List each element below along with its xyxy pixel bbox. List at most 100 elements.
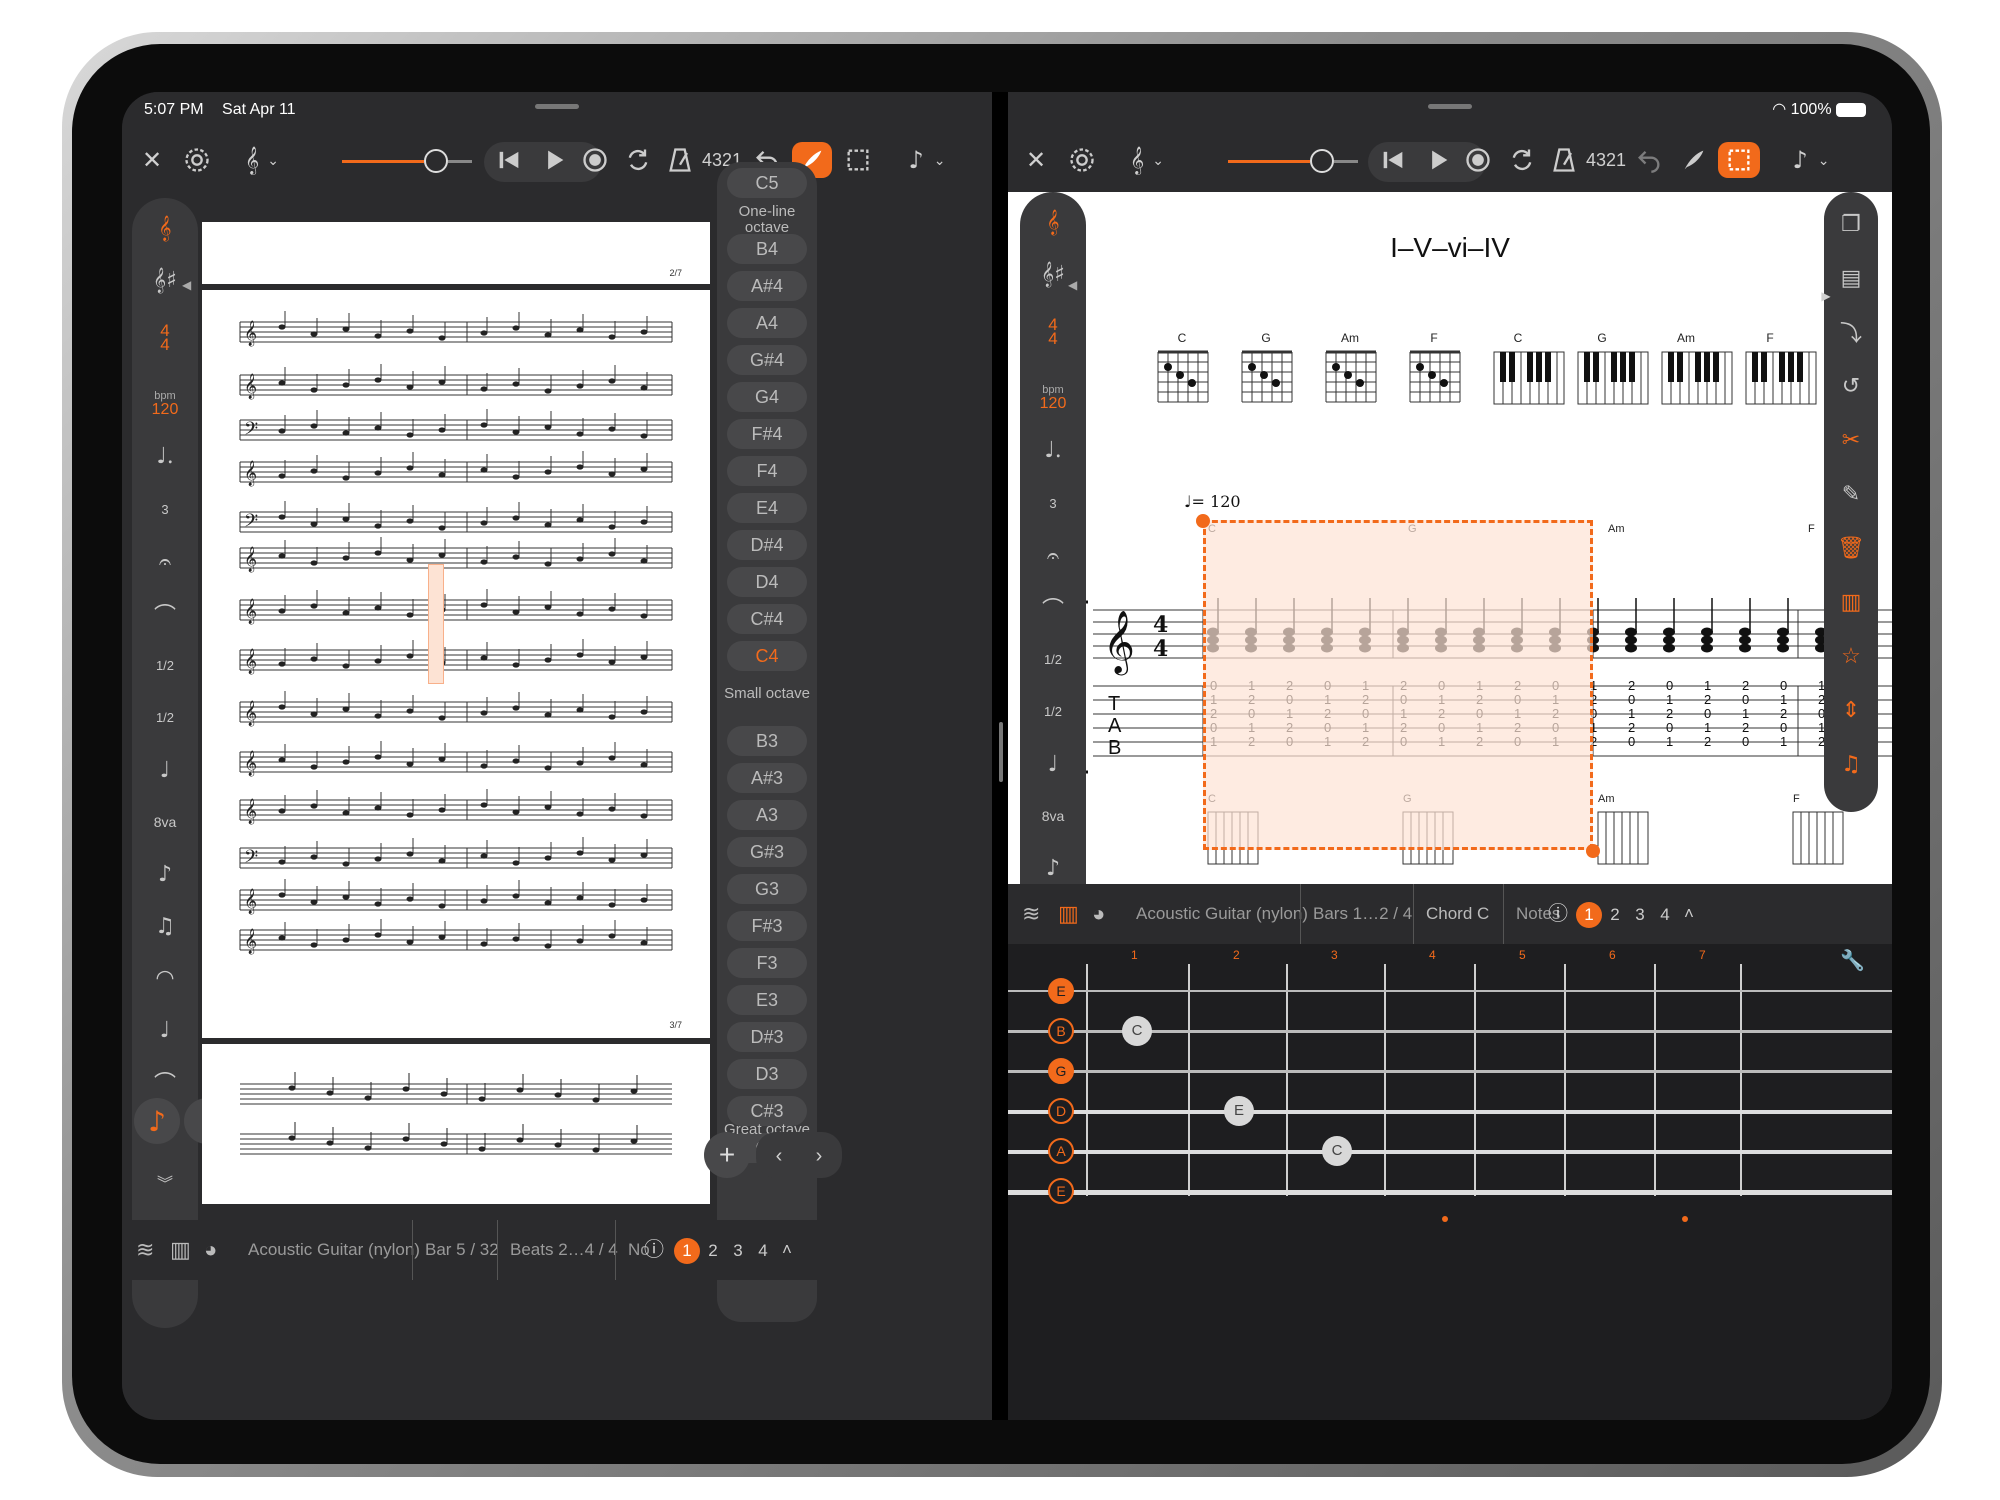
selection-handle-end[interactable] bbox=[1586, 844, 1600, 858]
split-view-handle[interactable] bbox=[999, 722, 1003, 782]
ottava-tool[interactable]: 8va bbox=[140, 800, 190, 844]
transpose-button[interactable]: ⇕ bbox=[1826, 688, 1876, 732]
string-label[interactable]: E bbox=[1048, 1178, 1074, 1204]
tempo-tool[interactable]: bpm 120 bbox=[140, 378, 190, 428]
beam-button[interactable]: ♫ bbox=[1826, 742, 1876, 786]
note-input-menu-right[interactable]: ♪ ⌄ bbox=[1776, 142, 1846, 178]
voice-2-button-right[interactable]: 2 bbox=[1602, 902, 1628, 928]
play-button-right[interactable] bbox=[1420, 142, 1456, 178]
keyboard-button[interactable]: ▥ bbox=[170, 1220, 191, 1280]
pitch-key-fsharp3[interactable]: F#3 bbox=[727, 911, 807, 941]
bend-release-tool[interactable]: 1/2 bbox=[140, 696, 190, 740]
harmonic-tool[interactable]: ◠ bbox=[140, 956, 190, 1000]
info-button[interactable]: ⓘ bbox=[644, 1220, 664, 1280]
cut-button[interactable]: ✂ bbox=[1826, 418, 1876, 462]
pencil-mode-button-right[interactable] bbox=[1674, 142, 1714, 178]
multitask-grabber[interactable] bbox=[535, 104, 579, 109]
clef-tool-right[interactable]: 𝄞 bbox=[1028, 200, 1078, 244]
count-in-button-right[interactable]: 4321 bbox=[1586, 142, 1626, 178]
pitch-key-b3[interactable]: B3 bbox=[727, 726, 807, 756]
fermata-tool[interactable]: 𝄐 bbox=[140, 540, 190, 584]
voice-4-button[interactable]: 4 bbox=[750, 1238, 776, 1264]
accent-tool[interactable]: ♪ bbox=[140, 852, 190, 896]
fretboard-note[interactable]: C bbox=[1122, 1016, 1152, 1046]
close-button-right[interactable]: ✕ bbox=[1018, 142, 1054, 178]
voice-1-button-right[interactable]: 1 bbox=[1576, 902, 1602, 928]
guitar-string[interactable] bbox=[1008, 1110, 1892, 1114]
string-label[interactable]: D bbox=[1048, 1098, 1074, 1124]
time-signature-tool[interactable]: 4 4 bbox=[140, 310, 190, 366]
pitch-key-csharp4[interactable]: C#4 bbox=[727, 604, 807, 634]
fermata-tool-right[interactable]: 𝄐 bbox=[1028, 534, 1078, 578]
fretboard-note[interactable]: C bbox=[1322, 1136, 1352, 1166]
selection-mode-button[interactable] bbox=[840, 142, 876, 178]
pitch-key-c4[interactable]: C4 bbox=[727, 641, 807, 671]
reverse-button[interactable]: ▥ bbox=[1826, 580, 1876, 624]
instrument-name[interactable]: Acoustic Guitar (nylon) bbox=[248, 1220, 420, 1280]
fretboard-panel[interactable]: 🔧 1234567EBGDAECEC bbox=[1008, 944, 1892, 1420]
pitch-key-b4[interactable]: B4 bbox=[727, 234, 807, 264]
track-select-button[interactable]: 𝄞 ⌄ bbox=[227, 142, 297, 178]
staccato-tool[interactable]: ♩ bbox=[140, 1008, 190, 1052]
slur-tool[interactable]: ⌒ bbox=[140, 592, 190, 636]
fretboard-note[interactable]: E bbox=[1224, 1096, 1254, 1126]
multitask-grabber-right[interactable] bbox=[1428, 104, 1472, 109]
pitch-key-gsharp3[interactable]: G#3 bbox=[727, 837, 807, 867]
string-label[interactable]: B bbox=[1048, 1018, 1074, 1044]
collapse-left-arrow[interactable]: ◀ bbox=[182, 278, 191, 292]
triplet-tool-right[interactable]: 3 bbox=[1028, 482, 1078, 526]
bar-position[interactable]: Bar 5 / 32 bbox=[412, 1220, 499, 1280]
clef-tool[interactable]: 𝄞 bbox=[140, 206, 190, 250]
collapse-right-arrow[interactable]: ▶ bbox=[1816, 278, 1836, 314]
volume-slider-knob-right[interactable] bbox=[1310, 149, 1334, 173]
selection-mode-button-right[interactable] bbox=[1718, 142, 1760, 178]
pitch-key-gsharp4[interactable]: G#4 bbox=[727, 345, 807, 375]
bend-half-tool-right[interactable]: 1/2 bbox=[1028, 638, 1078, 682]
pitch-key-f4[interactable]: F4 bbox=[727, 456, 807, 486]
guitar-string[interactable] bbox=[1008, 1070, 1892, 1074]
pitch-key-a3[interactable]: A3 bbox=[727, 800, 807, 830]
collapse-left-arrow-right[interactable]: ◀ bbox=[1068, 278, 1077, 292]
slur-tool-right[interactable]: ⌒ bbox=[1028, 586, 1078, 630]
previous-arrow[interactable]: ‹ bbox=[764, 1138, 794, 1174]
collapse-bar-button[interactable]: ˄ bbox=[1684, 884, 1694, 944]
pitch-key-fsharp4[interactable]: F#4 bbox=[727, 419, 807, 449]
palette-button-right[interactable]: ◕ bbox=[1092, 884, 1105, 944]
pitch-key-asharp3[interactable]: A#3 bbox=[727, 763, 807, 793]
pitch-key-dsharp3[interactable]: D#3 bbox=[727, 1022, 807, 1052]
selection-range[interactable] bbox=[1203, 520, 1593, 850]
undo-button-right[interactable] bbox=[1632, 142, 1666, 178]
close-button[interactable]: ✕ bbox=[134, 142, 170, 178]
layers-button-right[interactable]: ≋ bbox=[1022, 884, 1040, 944]
pitch-key-top[interactable]: C5 bbox=[727, 168, 807, 198]
layers-button[interactable]: ≋ bbox=[136, 1220, 154, 1280]
play-button[interactable] bbox=[536, 142, 572, 178]
guitar-string[interactable] bbox=[1008, 1190, 1892, 1195]
fretboard-settings-button[interactable]: 🔧 bbox=[1840, 948, 1865, 973]
pitch-key-f3[interactable]: F3 bbox=[727, 948, 807, 978]
bars-range[interactable]: Bars 1…2 / 4 bbox=[1300, 884, 1412, 944]
rewind-button[interactable] bbox=[494, 142, 524, 178]
dotted-note-tool-right[interactable]: ♩. bbox=[1028, 428, 1078, 472]
tie-tool[interactable]: ♩ bbox=[140, 748, 190, 792]
loop-button[interactable] bbox=[620, 142, 656, 178]
voice-4-button-right[interactable]: 4 bbox=[1652, 902, 1678, 928]
pitch-key-g3[interactable]: G3 bbox=[727, 874, 807, 904]
string-label[interactable]: A bbox=[1048, 1138, 1074, 1164]
pitch-key-a4[interactable]: A4 bbox=[727, 308, 807, 338]
volume-slider-knob[interactable] bbox=[424, 149, 448, 173]
bend-half-tool[interactable]: 1/2 bbox=[140, 644, 190, 688]
time-signature-tool-right[interactable]: 4 4 bbox=[1028, 304, 1078, 360]
arc-tool[interactable]: ⌒ bbox=[140, 1060, 190, 1104]
voice-1-button[interactable]: 1 bbox=[674, 1238, 700, 1264]
pitch-key-d3[interactable]: D3 bbox=[727, 1059, 807, 1089]
note-mode-button[interactable]: ♪ bbox=[134, 1098, 180, 1144]
pitch-key-e3[interactable]: E3 bbox=[727, 985, 807, 1015]
score-page-main[interactable]: 𝄞 𝄞 𝄢 𝄞 𝄢 𝄞 𝄞 𝄞 𝄞 𝄞 𝄞 𝄢 𝄞 𝄞 3/7 bbox=[202, 290, 710, 1038]
paste-special-button[interactable]: ⤵ bbox=[1826, 310, 1876, 354]
pitch-key-e4[interactable]: E4 bbox=[727, 493, 807, 523]
instrument-name-right[interactable]: Acoustic Guitar (nylon) bbox=[1136, 884, 1308, 944]
grace-note-tool[interactable]: ♫ bbox=[140, 904, 190, 948]
settings-button[interactable] bbox=[177, 142, 217, 178]
score-page-right[interactable]: I–V–vi–IV CGAmFCGAmF𝄞TAB4401201120122012… bbox=[1008, 192, 1892, 884]
